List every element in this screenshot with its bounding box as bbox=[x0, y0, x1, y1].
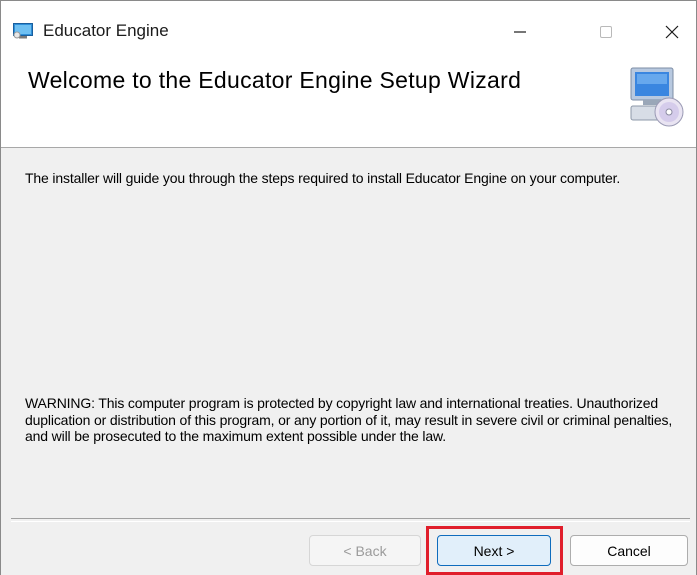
close-icon bbox=[665, 25, 679, 39]
minimize-button[interactable] bbox=[497, 13, 543, 51]
setup-wizard-window: Educator Engine Welcome to the Educator … bbox=[0, 0, 697, 575]
window-title: Educator Engine bbox=[43, 21, 169, 40]
maximize-icon bbox=[600, 26, 612, 38]
computer-with-disc-icon bbox=[629, 66, 685, 135]
cancel-button[interactable]: Cancel bbox=[570, 535, 688, 566]
back-button[interactable]: < Back bbox=[309, 535, 421, 566]
wizard-title: Welcome to the Educator Engine Setup Wiz… bbox=[28, 67, 522, 93]
title-bar: Educator Engine bbox=[1, 0, 696, 51]
footer-divider bbox=[11, 518, 690, 522]
installer-app-icon bbox=[13, 23, 33, 39]
maximize-button[interactable] bbox=[583, 13, 629, 51]
next-button[interactable]: Next > bbox=[437, 535, 551, 566]
copyright-warning: WARNING: This computer program is protec… bbox=[25, 395, 673, 444]
wizard-header: Welcome to the Educator Engine Setup Wiz… bbox=[1, 50, 696, 148]
intro-text: The installer will guide you through the… bbox=[25, 170, 621, 186]
minimize-icon bbox=[514, 31, 526, 33]
close-button[interactable] bbox=[649, 13, 695, 51]
